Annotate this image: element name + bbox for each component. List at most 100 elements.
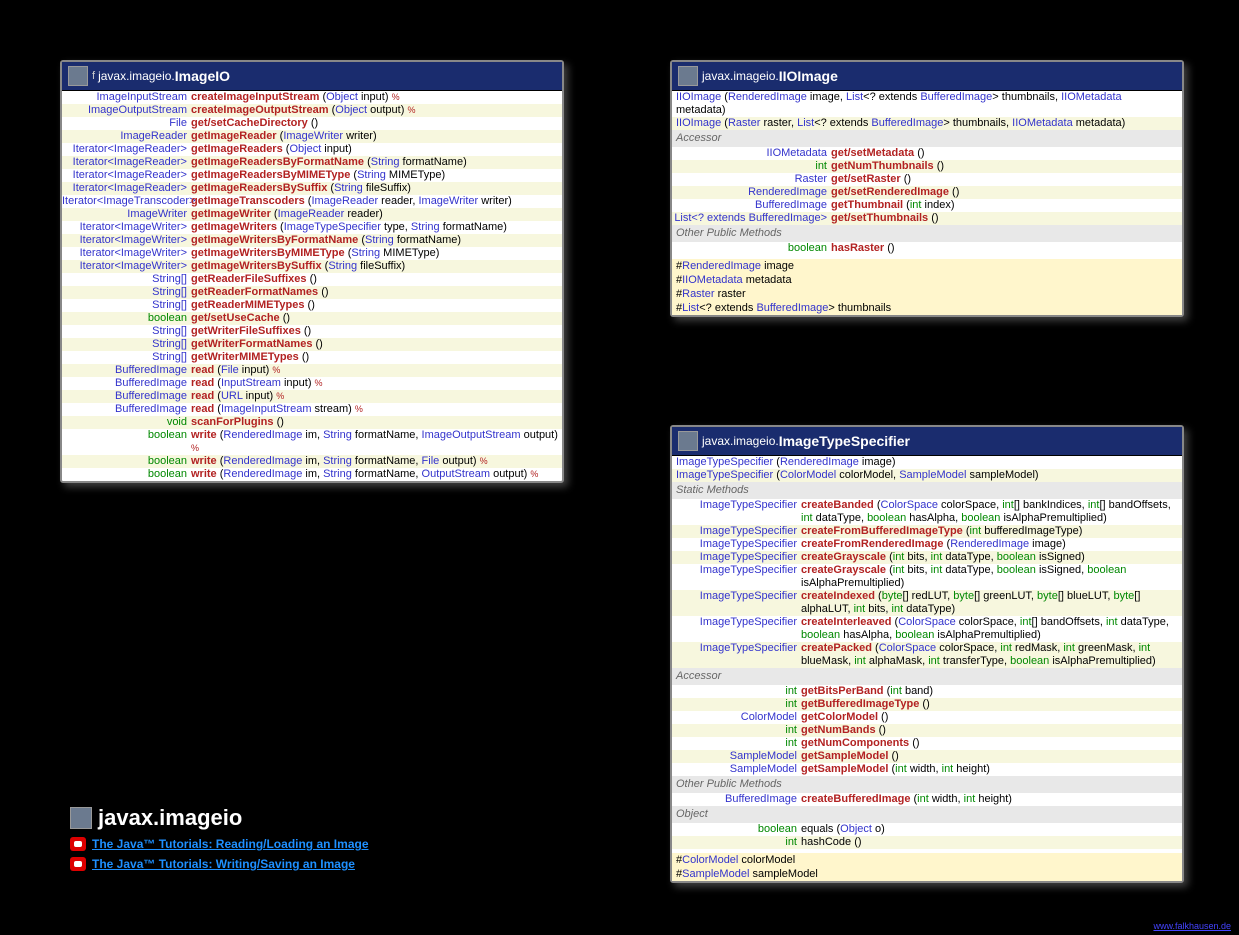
method-row[interactable]: Iterator<ImageWriter>getImageWritersByFo… xyxy=(62,234,562,247)
section-header: Other Public Methods xyxy=(672,225,1182,242)
bullet-icon xyxy=(70,837,86,851)
method-row[interactable]: booleanwrite (RenderedImage im, String f… xyxy=(62,455,562,468)
method-row[interactable]: ImageTypeSpecifiercreateFromBufferedImag… xyxy=(672,525,1182,538)
method-row[interactable]: BufferedImageread (ImageInputStream stre… xyxy=(62,403,562,416)
constructor-list: ImageTypeSpecifier (RenderedImage image)… xyxy=(672,456,1182,482)
constructor-row[interactable]: IIOImage (Raster raster, List<? extends … xyxy=(672,117,1182,130)
method-row[interactable]: ImageTypeSpecifiercreateFromRenderedImag… xyxy=(672,538,1182,551)
constructor-row[interactable]: ImageTypeSpecifier (RenderedImage image) xyxy=(672,456,1182,469)
method-row[interactable]: Iterator<ImageReader>getImageReadersByMI… xyxy=(62,169,562,182)
method-row[interactable]: String[]getReaderMIMETypes () xyxy=(62,299,562,312)
other-list: booleanhasRaster () xyxy=(672,242,1182,255)
method-row[interactable]: ImageReadergetImageReader (ImageWriter w… xyxy=(62,130,562,143)
other-list: BufferedImagecreateBufferedImage (int wi… xyxy=(672,793,1182,806)
method-row[interactable]: intgetBitsPerBand (int band) xyxy=(672,685,1182,698)
method-row[interactable]: intgetBufferedImageType () xyxy=(672,698,1182,711)
method-row[interactable]: ImageTypeSpecifiercreateGrayscale (int b… xyxy=(672,564,1182,590)
field-list: #RenderedImage image#IIOMetadata metadat… xyxy=(672,255,1182,315)
method-row[interactable]: BufferedImageread (InputStream input) % xyxy=(62,377,562,390)
method-row[interactable]: booleanhasRaster () xyxy=(672,242,1182,255)
object-list: booleanequals (Object o)inthashCode () xyxy=(672,823,1182,849)
field-row: #SampleModel sampleModel xyxy=(672,867,1182,881)
class-name: ImageIO xyxy=(175,68,230,84)
method-row[interactable]: String[]getWriterFormatNames () xyxy=(62,338,562,351)
package-name: javax.imageio. xyxy=(702,434,779,448)
accessor-list: IIOMetadataget/setMetadata ()intgetNumTh… xyxy=(672,147,1182,225)
field-list: #ColorModel colorModel#SampleModel sampl… xyxy=(672,849,1182,881)
method-row[interactable]: inthashCode () xyxy=(672,836,1182,849)
method-row[interactable]: booleanwrite (RenderedImage im, String f… xyxy=(62,468,562,481)
method-row[interactable]: ImageTypeSpecifiercreatePacked (ColorSpa… xyxy=(672,642,1182,668)
tutorial-link[interactable]: The Java™ Tutorials: Reading/Loading an … xyxy=(70,837,369,851)
class-icon xyxy=(68,66,88,86)
method-row[interactable]: Iterator<ImageWriter>getImageWriters (Im… xyxy=(62,221,562,234)
package-title: javax.imageio xyxy=(98,805,242,831)
method-row[interactable]: SampleModelgetSampleModel () xyxy=(672,750,1182,763)
method-row[interactable]: intgetNumBands () xyxy=(672,724,1182,737)
package-heading-block: javax.imageio The Java™ Tutorials: Readi… xyxy=(70,805,369,871)
field-row: #List<? extends BufferedImage> thumbnail… xyxy=(672,301,1182,315)
method-row[interactable]: booleanwrite (RenderedImage im, String f… xyxy=(62,429,562,455)
method-row[interactable]: ImageTypeSpecifiercreateBanded (ColorSpa… xyxy=(672,499,1182,525)
method-row[interactable]: voidscanForPlugins () xyxy=(62,416,562,429)
constructor-list: IIOImage (RenderedImage image, List<? ex… xyxy=(672,91,1182,130)
panel-iioimage: javax.imageio.IIOImage IIOImage (Rendere… xyxy=(670,60,1184,317)
accessor-list: intgetBitsPerBand (int band)intgetBuffer… xyxy=(672,685,1182,776)
method-row[interactable]: SampleModelgetSampleModel (int width, in… xyxy=(672,763,1182,776)
method-row[interactable]: ImageTypeSpecifiercreateGrayscale (int b… xyxy=(672,551,1182,564)
package-name: javax.imageio. xyxy=(702,69,779,83)
method-row[interactable]: BufferedImageread (URL input) % xyxy=(62,390,562,403)
method-row[interactable]: ImageWritergetImageWriter (ImageReader r… xyxy=(62,208,562,221)
method-row[interactable]: ImageTypeSpecifiercreateInterleaved (Col… xyxy=(672,616,1182,642)
static-method-list: ImageTypeSpecifiercreateBanded (ColorSpa… xyxy=(672,499,1182,668)
field-row: #IIOMetadata metadata xyxy=(672,273,1182,287)
method-row[interactable]: String[]getReaderFormatNames () xyxy=(62,286,562,299)
section-header: Static Methods xyxy=(672,482,1182,499)
method-row[interactable]: Iterator<ImageReader>getImageReadersByFo… xyxy=(62,156,562,169)
section-header: Object xyxy=(672,806,1182,823)
class-name: IIOImage xyxy=(779,68,838,84)
method-row[interactable]: Rasterget/setRaster () xyxy=(672,173,1182,186)
package-name: javax.imageio. xyxy=(98,69,175,83)
method-row[interactable]: ImageTypeSpecifiercreateIndexed (byte[] … xyxy=(672,590,1182,616)
panel-imagetypespecifier: javax.imageio.ImageTypeSpecifier ImageTy… xyxy=(670,425,1184,883)
method-row[interactable]: String[]getWriterMIMETypes () xyxy=(62,351,562,364)
method-row[interactable]: booleanget/setUseCache () xyxy=(62,312,562,325)
method-row[interactable]: ColorModelgetColorModel () xyxy=(672,711,1182,724)
panel-imageio: f javax.imageio.ImageIO ImageInputStream… xyxy=(60,60,564,483)
method-row[interactable]: String[]getReaderFileSuffixes () xyxy=(62,273,562,286)
method-row[interactable]: Iterator<ImageTranscoder>getImageTransco… xyxy=(62,195,562,208)
panel-header: f javax.imageio.ImageIO xyxy=(62,62,562,91)
method-row[interactable]: BufferedImagegetThumbnail (int index) xyxy=(672,199,1182,212)
method-row[interactable]: RenderedImageget/setRenderedImage () xyxy=(672,186,1182,199)
method-row[interactable]: intgetNumThumbnails () xyxy=(672,160,1182,173)
method-row[interactable]: BufferedImagecreateBufferedImage (int wi… xyxy=(672,793,1182,806)
field-row: #RenderedImage image xyxy=(672,259,1182,273)
method-row[interactable]: Fileget/setCacheDirectory () xyxy=(62,117,562,130)
footer-link[interactable]: www.falkhausen.de xyxy=(1153,921,1231,931)
method-row[interactable]: ImageOutputStreamcreateImageOutputStream… xyxy=(62,104,562,117)
field-row: #ColorModel colorModel xyxy=(672,853,1182,867)
method-row[interactable]: BufferedImageread (File input) % xyxy=(62,364,562,377)
section-header: Accessor xyxy=(672,130,1182,147)
tutorial-link[interactable]: The Java™ Tutorials: Writing/Saving an I… xyxy=(70,857,369,871)
method-row[interactable]: Iterator<ImageReader>getImageReadersBySu… xyxy=(62,182,562,195)
method-row[interactable]: String[]getWriterFileSuffixes () xyxy=(62,325,562,338)
method-row[interactable]: Iterator<ImageWriter>getImageWritersByMI… xyxy=(62,247,562,260)
section-header: Other Public Methods xyxy=(672,776,1182,793)
panel-header: javax.imageio.ImageTypeSpecifier xyxy=(672,427,1182,456)
package-heading: javax.imageio xyxy=(70,805,369,831)
method-row[interactable]: Iterator<ImageWriter>getImageWritersBySu… xyxy=(62,260,562,273)
constructor-row[interactable]: IIOImage (RenderedImage image, List<? ex… xyxy=(672,91,1182,117)
method-row[interactable]: Iterator<ImageReader>getImageReaders (Ob… xyxy=(62,143,562,156)
constructor-row[interactable]: ImageTypeSpecifier (ColorModel colorMode… xyxy=(672,469,1182,482)
method-row[interactable]: booleanequals (Object o) xyxy=(672,823,1182,836)
method-row[interactable]: List<? extends BufferedImage>get/setThum… xyxy=(672,212,1182,225)
package-icon xyxy=(70,807,92,829)
tutorial-links: The Java™ Tutorials: Reading/Loading an … xyxy=(70,837,369,871)
method-row[interactable]: IIOMetadataget/setMetadata () xyxy=(672,147,1182,160)
section-header: Accessor xyxy=(672,668,1182,685)
method-row[interactable]: ImageInputStreamcreateImageInputStream (… xyxy=(62,91,562,104)
bullet-icon xyxy=(70,857,86,871)
method-row[interactable]: intgetNumComponents () xyxy=(672,737,1182,750)
